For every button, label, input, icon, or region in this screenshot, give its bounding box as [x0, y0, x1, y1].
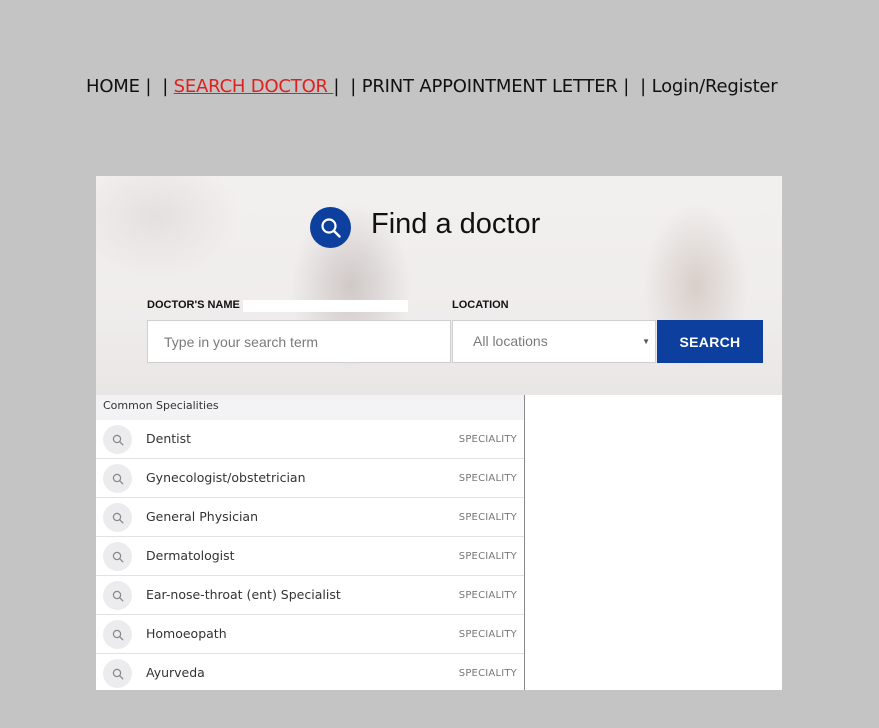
nav-search-doctor-link[interactable]: SEARCH DOCTOR [174, 76, 334, 97]
speciality-name: Dentist [146, 431, 192, 446]
doctor-name-label: DOCTOR'S NAME [147, 299, 240, 311]
location-label: LOCATION [452, 299, 509, 311]
speciality-name: Ear-nose-throat (ent) Specialist [146, 587, 341, 602]
top-navigation: HOME | | SEARCH DOCTOR | | PRINT APPOINT… [86, 76, 778, 97]
search-icon [103, 542, 132, 571]
hero-banner: Find a doctor DOCTOR'S NAME LOCATION All… [96, 176, 782, 395]
speciality-name: Homoeopath [146, 626, 227, 641]
nav-separator: | | [333, 76, 362, 97]
speciality-tag: SPECIALITY [458, 512, 517, 523]
search-icon [310, 207, 351, 248]
speciality-tag: SPECIALITY [458, 473, 517, 484]
speciality-list-header: Common Specialities [96, 395, 524, 420]
search-icon [103, 659, 132, 688]
speciality-name: Dermatologist [146, 548, 235, 563]
speciality-tag: SPECIALITY [458, 434, 517, 445]
speciality-name: Gynecologist/obstetrician [146, 470, 306, 485]
search-icon [103, 503, 132, 532]
search-icon [103, 620, 132, 649]
location-select[interactable]: All locations ▼ [452, 320, 656, 363]
speciality-item[interactable]: Ayurveda SPECIALITY [96, 654, 524, 690]
search-icon [103, 425, 132, 454]
nav-separator: | | [617, 76, 652, 97]
speciality-item[interactable]: Ear-nose-throat (ent) Specialist SPECIAL… [96, 576, 524, 615]
speciality-item[interactable]: Gynecologist/obstetrician SPECIALITY [96, 459, 524, 498]
speciality-item[interactable]: Dentist SPECIALITY [96, 420, 524, 459]
speciality-tag: SPECIALITY [458, 590, 517, 601]
search-button[interactable]: SEARCH [657, 320, 763, 363]
caret-down-icon: ▼ [642, 337, 650, 346]
speciality-item[interactable]: Homoeopath SPECIALITY [96, 615, 524, 654]
nav-print-appointment-link[interactable]: PRINT APPOINTMENT LETTER [362, 76, 618, 97]
nav-login-register-link[interactable]: Login/Register [652, 76, 778, 97]
doctor-search-input[interactable] [147, 320, 451, 363]
speciality-tag: SPECIALITY [458, 629, 517, 640]
speciality-item[interactable]: General Physician SPECIALITY [96, 498, 524, 537]
nav-separator: | | [139, 76, 174, 97]
location-select-value: All locations [473, 333, 548, 349]
speciality-name: Ayurveda [146, 665, 205, 680]
page-title: Find a doctor [371, 208, 541, 240]
search-icon [103, 581, 132, 610]
find-doctor-panel: Find a doctor DOCTOR'S NAME LOCATION All… [96, 176, 782, 690]
speciality-list: Common Specialities Dentist SPECIALITY G… [96, 395, 525, 690]
doctor-name-highlight [243, 300, 408, 312]
speciality-tag: SPECIALITY [458, 668, 517, 679]
speciality-item[interactable]: Dermatologist SPECIALITY [96, 537, 524, 576]
search-icon [103, 464, 132, 493]
speciality-name: General Physician [146, 509, 259, 524]
speciality-tag: SPECIALITY [458, 551, 517, 562]
nav-home-link[interactable]: HOME [86, 76, 140, 97]
